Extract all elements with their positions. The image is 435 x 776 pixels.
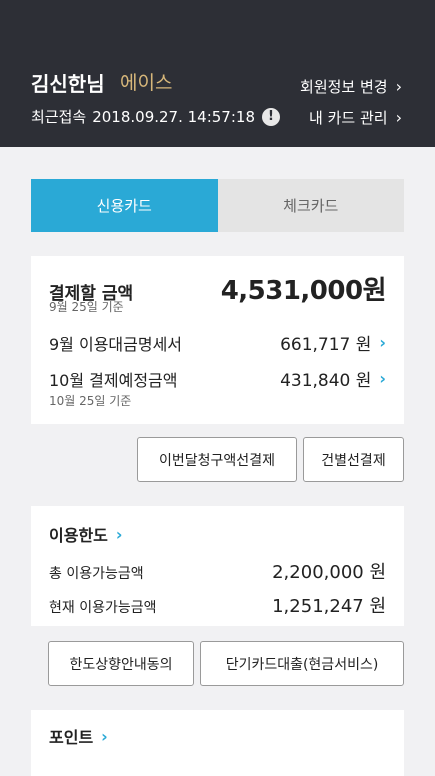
prepay-this-month-button[interactable]: 이번달청구액선결제 — [137, 437, 297, 482]
my-card-label: 내 카드 관리 — [309, 109, 388, 127]
scheduled-payment-label: 10월 결제예정금액 — [49, 371, 178, 390]
payment-amount-value: 4,531,000원 — [220, 276, 387, 306]
statement-amount-value: 661,717 원 — [280, 335, 372, 355]
usage-limit-card: 이용한도 › 총 이용가능금액 2,200,000 원 현재 이용가능금액 1,… — [31, 506, 404, 626]
chevron-right-icon: › — [379, 333, 386, 352]
statement-amount: 661,717 원 › — [280, 330, 386, 355]
current-available-label: 현재 이용가능금액 — [49, 600, 157, 616]
user-name: 김신한님 — [31, 72, 105, 96]
points-title[interactable]: 포인트 › — [49, 724, 108, 748]
chevron-right-icon: › — [379, 369, 386, 388]
billing-card: 결제할 금액 4,531,000원 9월 25일 기준 9월 이용대금명세서 6… — [31, 256, 404, 424]
points-card: 포인트 › — [31, 710, 404, 776]
prepay-by-item-button[interactable]: 건별선결제 — [303, 437, 404, 482]
points-title-label: 포인트 — [49, 728, 94, 747]
usage-limit-title[interactable]: 이용한도 › — [49, 522, 122, 546]
last-login: 최근접속 2018.09.27. 14:57:18 ! — [31, 106, 280, 127]
member-info-label: 회원정보 변경 — [300, 78, 388, 96]
current-available-row: 현재 이용가능금액 1,251,247 원 — [49, 592, 386, 618]
member-info-link[interactable]: 회원정보 변경 › — [300, 76, 402, 97]
tab-credit-card[interactable]: 신용카드 — [31, 179, 218, 232]
chevron-right-icon: › — [395, 108, 402, 127]
account-header: 김신한님 에이스 최근접속 2018.09.27. 14:57:18 ! 회원정… — [0, 0, 435, 147]
usage-limit-title-label: 이용한도 — [49, 526, 108, 545]
card-type-tabs: 신용카드 체크카드 — [31, 179, 404, 232]
payment-date-note: 9월 25일 기준 — [49, 300, 124, 314]
tab-check-card[interactable]: 체크카드 — [217, 179, 404, 232]
my-card-link[interactable]: 내 카드 관리 › — [309, 107, 402, 128]
current-available-amount: 1,251,247 원 — [272, 596, 386, 617]
last-login-time: 2018.09.27. 14:57:18 — [92, 107, 255, 126]
info-icon[interactable]: ! — [262, 107, 280, 126]
chevron-right-icon: › — [101, 726, 108, 746]
chevron-right-icon: › — [395, 77, 402, 96]
limit-increase-consent-button[interactable]: 한도상향안내동의 — [48, 641, 194, 686]
total-available-amount: 2,200,000 원 — [272, 562, 386, 583]
statement-row[interactable]: 9월 이용대금명세서 661,717 원 › — [49, 330, 386, 355]
chevron-right-icon: › — [115, 524, 123, 544]
last-login-label: 최근접속 — [31, 108, 87, 126]
scheduled-payment-amount-value: 431,840 원 — [280, 371, 372, 391]
scheduled-payment-amount: 431,840 원 › — [280, 366, 386, 391]
short-term-loan-button[interactable]: 단기카드대출(현금서비스) — [200, 641, 404, 686]
statement-label: 9월 이용대금명세서 — [49, 335, 183, 354]
total-available-label: 총 이용가능금액 — [49, 566, 144, 582]
scheduled-payment-row[interactable]: 10월 결제예정금액 431,840 원 › — [49, 366, 386, 391]
total-available-row: 총 이용가능금액 2,200,000 원 — [49, 558, 386, 584]
membership-grade: 에이스 — [120, 72, 173, 94]
scheduled-date-note: 10월 25일 기준 — [49, 394, 132, 408]
